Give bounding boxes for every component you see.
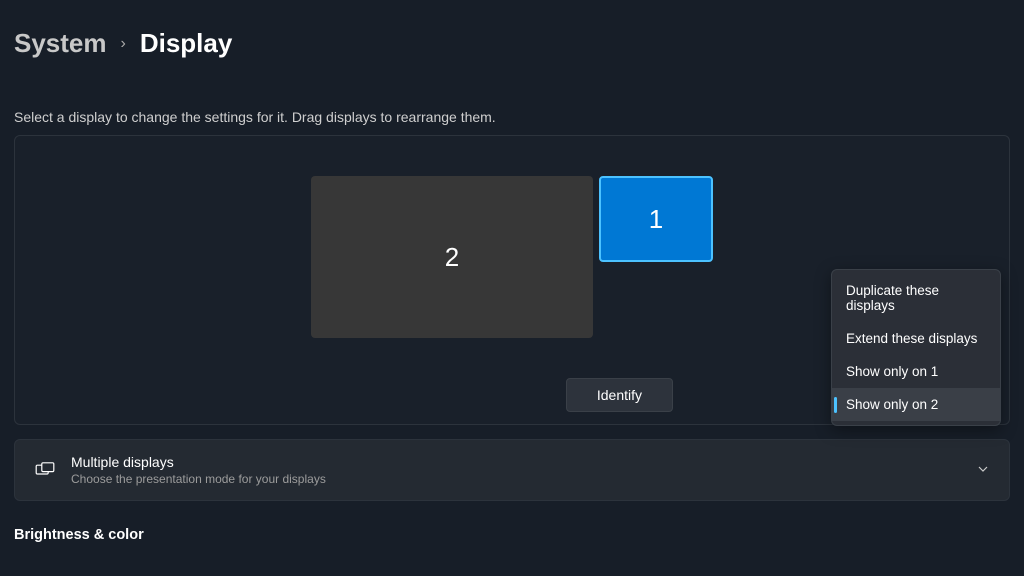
display-arrangement-area: 2 1 Identify Duplicate these displays Ex… <box>14 135 1010 425</box>
display-box-1[interactable]: 1 <box>599 176 713 262</box>
breadcrumb-current: Display <box>140 28 233 59</box>
dropdown-item-duplicate[interactable]: Duplicate these displays <box>832 274 1000 322</box>
section-title: Multiple displays <box>71 454 961 470</box>
help-text: Select a display to change the settings … <box>0 59 1024 135</box>
multiple-displays-row[interactable]: Multiple displays Choose the presentatio… <box>14 439 1010 501</box>
identify-button[interactable]: Identify <box>566 378 673 412</box>
displays-container: 2 1 <box>311 176 713 338</box>
chevron-down-icon <box>977 463 989 478</box>
displays-icon <box>35 462 55 478</box>
display-mode-dropdown: Duplicate these displays Extend these di… <box>831 269 1001 426</box>
brightness-color-heading: Brightness & color <box>0 501 1024 543</box>
section-subtitle: Choose the presentation mode for your di… <box>71 472 961 486</box>
breadcrumb: System › Display <box>0 0 1024 59</box>
dropdown-item-show-only-1[interactable]: Show only on 1 <box>832 355 1000 388</box>
dropdown-item-extend[interactable]: Extend these displays <box>832 322 1000 355</box>
chevron-right-icon: › <box>121 35 126 53</box>
section-text: Multiple displays Choose the presentatio… <box>71 454 961 486</box>
display-box-2[interactable]: 2 <box>311 176 593 338</box>
breadcrumb-parent[interactable]: System <box>14 28 107 59</box>
dropdown-item-show-only-2[interactable]: Show only on 2 <box>832 388 1000 421</box>
